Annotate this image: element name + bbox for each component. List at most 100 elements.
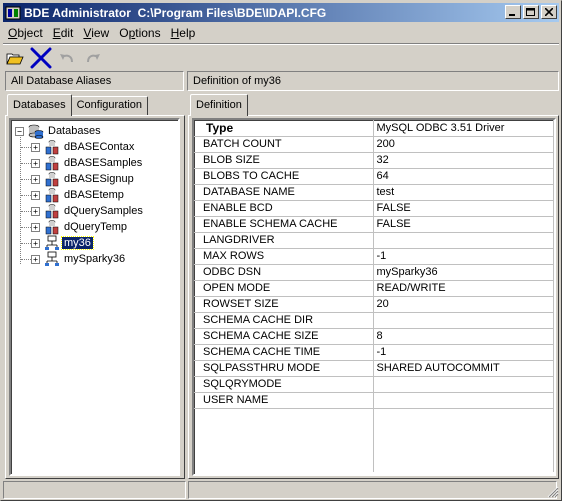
tree-item[interactable]: + dQuerySamples — [31, 203, 145, 219]
property-value[interactable] — [373, 232, 554, 249]
property-value[interactable]: READ/WRITE — [373, 280, 554, 297]
menu-object[interactable]: Object — [3, 26, 48, 40]
tree-item[interactable]: + dBASESamples — [31, 155, 144, 171]
redo-icon — [86, 54, 100, 63]
property-value[interactable]: FALSE — [373, 216, 554, 233]
tree-item[interactable]: + dBASEtemp — [31, 187, 126, 203]
tree-root-row[interactable]: − Databases — [15, 123, 103, 139]
close-icon — [545, 8, 553, 16]
type-row: Type MySQL ODBC 3.51 Driver — [194, 120, 554, 137]
delete-button[interactable] — [29, 47, 52, 69]
empty-cell — [373, 456, 554, 472]
tab-definition[interactable]: Definition — [190, 94, 248, 116]
property-row: ENABLE BCD FALSE — [194, 200, 554, 217]
tab-configuration[interactable]: Configuration — [70, 96, 149, 115]
property-value[interactable]: 8 — [373, 328, 554, 345]
empty-row — [194, 440, 554, 456]
expand-icon[interactable]: + — [31, 222, 40, 232]
property-key: SCHEMA CACHE TIME — [194, 344, 374, 361]
expand-icon[interactable]: + — [31, 174, 40, 184]
bde-app-icon — [5, 5, 21, 21]
expand-icon[interactable]: + — [31, 206, 40, 216]
property-value[interactable]: SHARED AUTOCOMMIT — [373, 360, 554, 377]
property-key: SQLPASSTHRU MODE — [194, 360, 374, 377]
property-value[interactable] — [373, 376, 554, 393]
odbc-alias-icon — [44, 235, 60, 251]
property-row: MAX ROWS -1 — [194, 248, 554, 265]
tree-item[interactable]: + mySparky36 — [31, 251, 127, 267]
property-value[interactable]: -1 — [373, 344, 554, 361]
property-row: ROWSET SIZE 20 — [194, 296, 554, 313]
empty-cell — [194, 456, 374, 472]
tree-item-label: dQuerySamples — [64, 205, 143, 217]
menu-options[interactable]: Options — [114, 26, 165, 40]
expand-icon[interactable]: + — [31, 158, 40, 168]
empty-row — [194, 408, 554, 424]
property-key: SQLQRYMODE — [194, 376, 374, 393]
tree-item-label: dBASEtemp — [64, 189, 124, 201]
expand-icon[interactable]: + — [31, 142, 40, 152]
type-value[interactable]: MySQL ODBC 3.51 Driver — [373, 120, 554, 137]
menu-edit[interactable]: Edit — [48, 26, 79, 40]
property-value[interactable] — [373, 392, 554, 409]
property-value[interactable]: mySparky36 — [373, 264, 554, 281]
property-value[interactable] — [373, 312, 554, 329]
property-row: SQLQRYMODE — [194, 376, 554, 393]
dbase-alias-icon — [44, 155, 60, 171]
tree-item[interactable]: + dBASEContax — [31, 139, 136, 155]
expand-icon[interactable]: + — [31, 190, 40, 200]
property-value[interactable]: test — [373, 184, 554, 201]
menu-help-label: elp — [179, 25, 196, 40]
definition-grid[interactable]: Type MySQL ODBC 3.51 Driver BATCH COUNT 2… — [192, 118, 556, 476]
tree-item[interactable]: + dQueryTemp — [31, 219, 129, 235]
property-key: ODBC DSN — [194, 264, 374, 281]
property-row: SCHEMA CACHE TIME -1 — [194, 344, 554, 361]
property-row: ODBC DSN mySparky36 — [194, 264, 554, 281]
property-value[interactable]: FALSE — [373, 200, 554, 217]
property-row: DATABASE NAME test — [194, 184, 554, 201]
database-tree[interactable]: − Databases + dBASEContax + dBASESamples + dB… — [9, 118, 180, 476]
property-value[interactable]: -1 — [373, 248, 554, 265]
tree-item-label: dBASESamples — [64, 157, 143, 169]
property-value[interactable]: 200 — [373, 136, 554, 153]
property-row: ENABLE SCHEMA CACHE FALSE — [194, 216, 554, 233]
tree-item[interactable]: + my36 — [31, 235, 94, 251]
tree-root-label: Databases — [48, 125, 101, 137]
property-key: MAX ROWS — [194, 248, 374, 265]
toolbar — [3, 46, 107, 70]
property-value[interactable]: 32 — [373, 152, 554, 169]
title-bar[interactable]: BDE Administrator C:\Program Files\BDE\I… — [3, 3, 559, 22]
status-pane-right — [188, 481, 557, 499]
maximize-icon — [526, 7, 535, 16]
tab-databases[interactable]: Databases — [7, 94, 72, 116]
redo-button[interactable] — [81, 47, 104, 69]
property-value[interactable]: 64 — [373, 168, 554, 185]
tree-item[interactable]: + dBASESignup — [31, 171, 136, 187]
expand-icon[interactable]: + — [31, 238, 40, 248]
empty-cell — [194, 424, 374, 440]
dbase-alias-icon — [44, 139, 60, 155]
menu-options-label: tions — [135, 25, 161, 40]
empty-row — [194, 456, 554, 472]
definition-table: Type MySQL ODBC 3.51 Driver BATCH COUNT 2… — [194, 120, 554, 472]
close-button[interactable] — [541, 5, 557, 19]
resize-grip-icon[interactable] — [547, 486, 559, 498]
property-key: SCHEMA CACHE DIR — [194, 312, 374, 329]
maximize-button[interactable] — [523, 5, 539, 19]
window-title: BDE Administrator C:\Program Files\BDE\I… — [24, 5, 327, 20]
property-row: BLOB SIZE 32 — [194, 152, 554, 169]
property-key: ROWSET SIZE — [194, 296, 374, 313]
menu-view[interactable]: View — [78, 26, 114, 40]
property-key: ENABLE SCHEMA CACHE — [194, 216, 374, 233]
expand-icon[interactable]: + — [31, 254, 40, 264]
menu-separator — [3, 43, 559, 45]
minimize-button[interactable] — [505, 5, 521, 19]
menu-help-accel: H — [170, 25, 180, 40]
open-button[interactable] — [3, 47, 26, 69]
property-value[interactable]: 20 — [373, 296, 554, 313]
menu-help[interactable]: Help — [166, 26, 201, 40]
undo-button[interactable] — [55, 47, 78, 69]
menu-view-label: iew — [91, 25, 110, 40]
right-header-panel: Definition of my36 — [187, 71, 559, 91]
collapse-icon[interactable]: − — [15, 126, 24, 136]
